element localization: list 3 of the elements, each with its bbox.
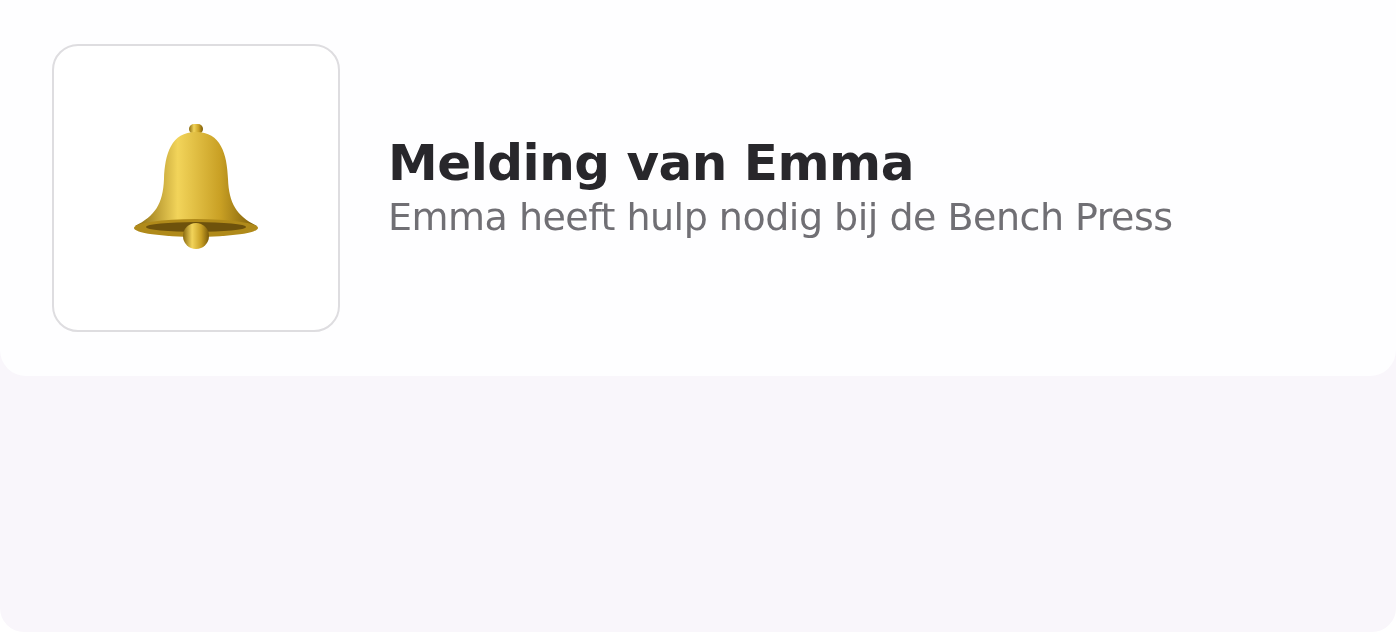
bell-icon — [131, 124, 261, 252]
notification-title: Melding van Emma — [388, 133, 915, 194]
notification-message: Emma heeft hulp nodig bij de Bench Press — [388, 194, 1173, 242]
